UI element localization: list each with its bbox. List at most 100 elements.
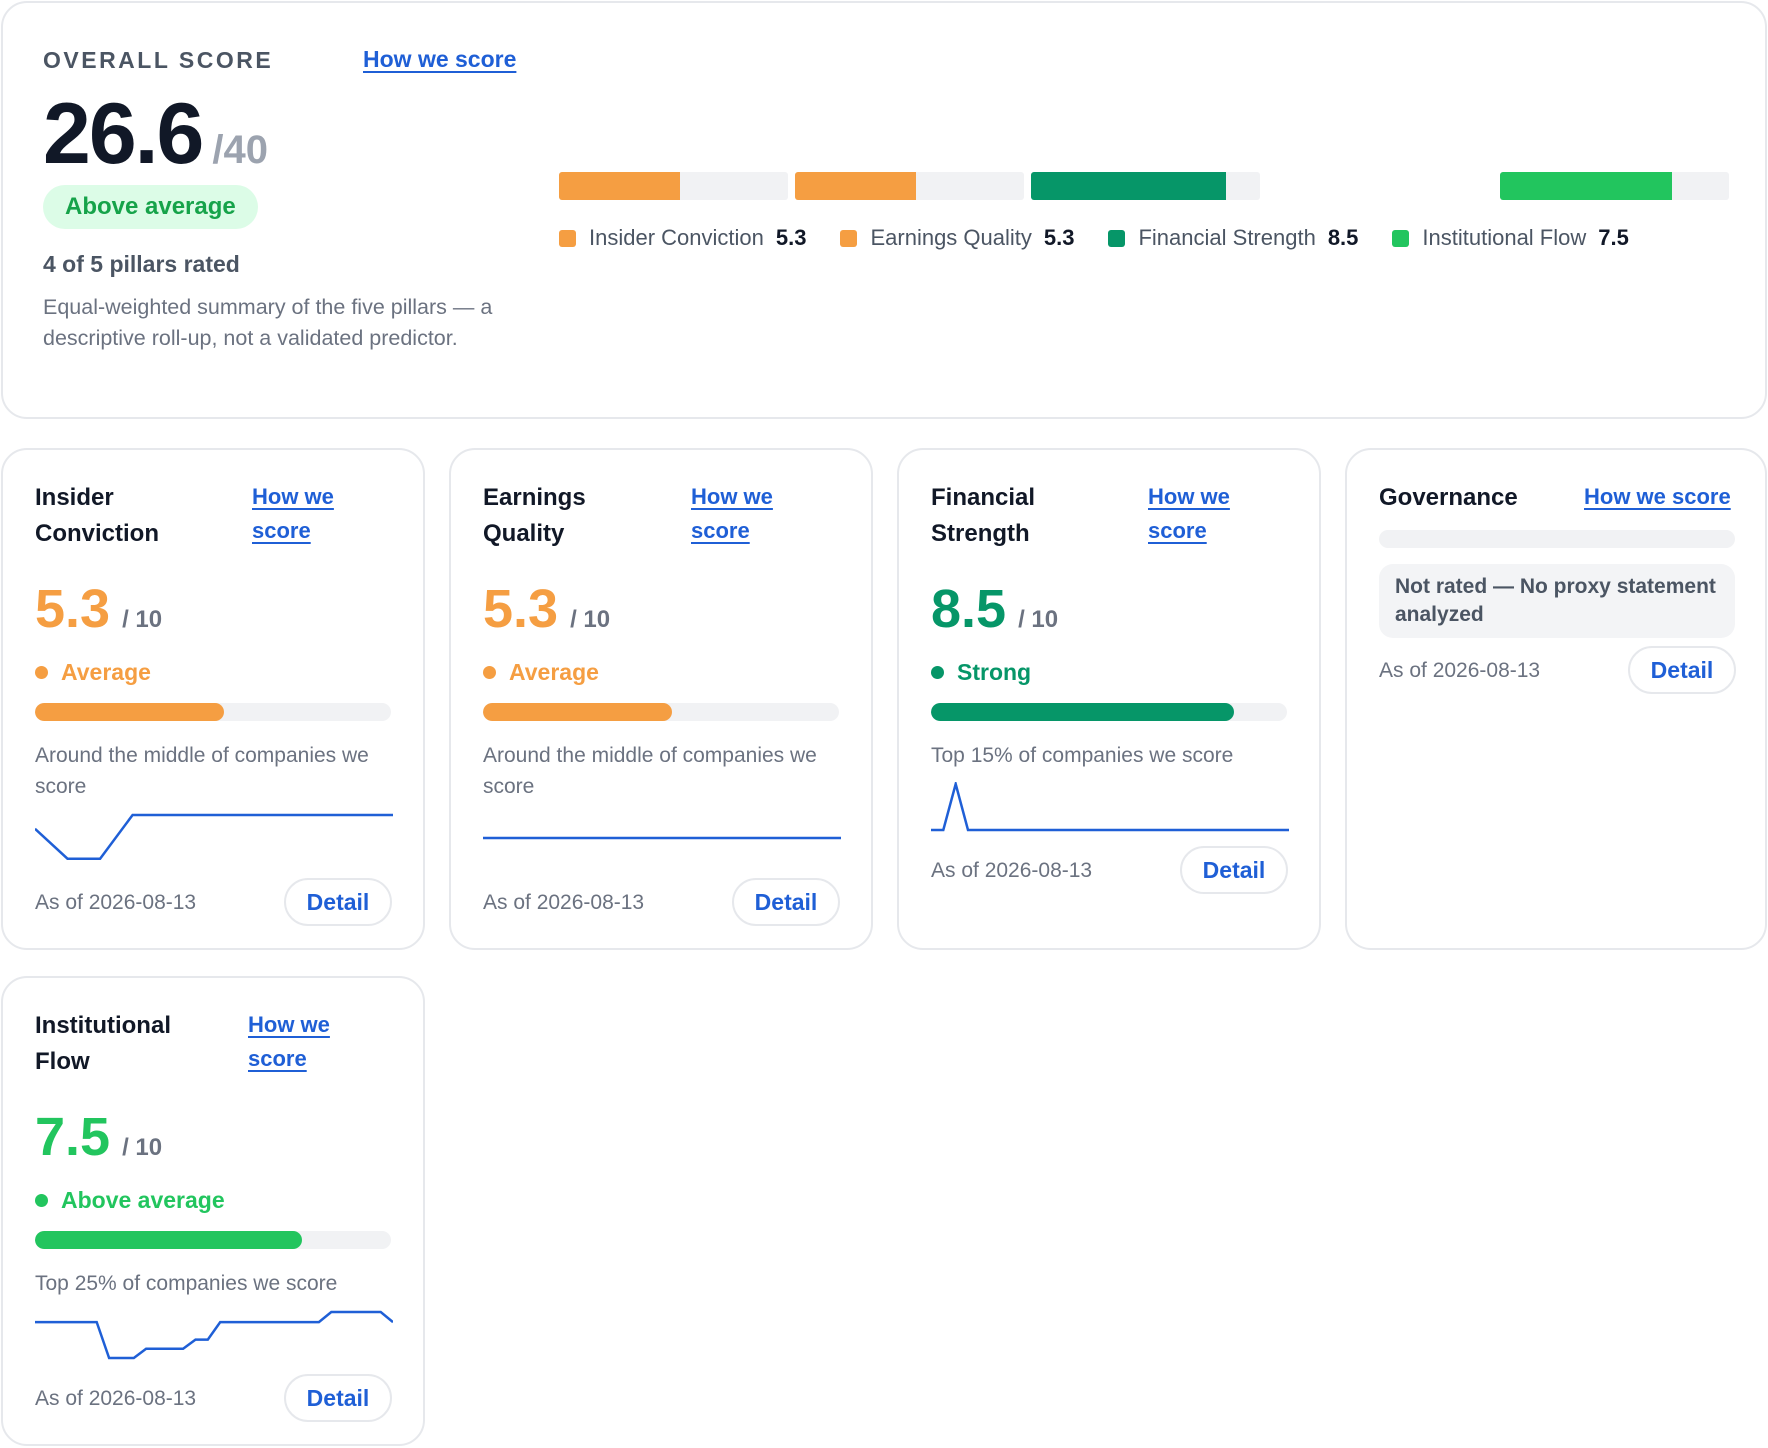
legend-label: Institutional Flow — [1422, 225, 1587, 250]
pillar-score-value: 8.5 — [931, 579, 1007, 639]
legend-value: 8.5 — [1327, 225, 1359, 250]
pillar-card-insider-conviction: Insider Conviction How we score 5.3 / 10… — [1, 448, 425, 950]
status-dot — [35, 1194, 48, 1207]
pillar-title: Financial Strength — [931, 484, 1036, 547]
legend-swatch — [840, 229, 858, 247]
pillars-rated-count: 4 of 5 pillars rated — [43, 251, 240, 277]
how-we-score-link[interactable]: How we score — [691, 480, 801, 548]
sparkline-line — [35, 813, 393, 860]
how-we-score-link[interactable]: How we score — [363, 46, 516, 73]
how-we-score-link[interactable]: How we score — [1148, 480, 1258, 548]
pillar-score-denominator: / 10 — [122, 606, 163, 633]
pillar-bar-insider — [559, 172, 788, 200]
pillar-progress-fill — [35, 1231, 302, 1249]
pillar-sparkline — [483, 836, 841, 840]
overall-score-card: OVERALL SCORE How we score 26.6 /40 Abov… — [1, 1, 1767, 419]
as-of-date: As of 2026-08-13 — [35, 891, 197, 914]
legend-item: Earnings Quality 5.3 — [840, 225, 1074, 251]
pillar-bar-fill-financial — [1031, 172, 1226, 200]
pillar-bar-fill-institutional — [1500, 172, 1672, 200]
status-dot — [483, 666, 496, 679]
pillar-score: 8.5 / 10 — [931, 578, 1058, 640]
pillar-progress-track-empty — [1379, 530, 1735, 548]
pillar-bar-fill-insider — [559, 172, 681, 200]
pillar-status: Above average — [35, 1187, 225, 1214]
pillar-score-denominator: / 10 — [570, 606, 611, 633]
detail-button[interactable]: Detail — [732, 878, 840, 926]
pillar-title: Earnings Quality — [483, 484, 586, 547]
pillar-score: 5.3 / 10 — [35, 578, 162, 640]
not-rated-notice: Not rated — No proxy statement analyzed — [1379, 564, 1735, 638]
overall-score-value: 26.6 — [43, 86, 204, 182]
overall-status-badge: Above average — [43, 185, 258, 229]
pillar-description: Around the middle of companies we score — [483, 744, 817, 798]
legend-item: Institutional Flow 7.5 — [1392, 225, 1629, 251]
pillar-bar-financial — [1031, 172, 1260, 200]
pillar-progress-track — [483, 703, 839, 721]
detail-button[interactable]: Detail — [1628, 646, 1736, 694]
overall-score: 26.6 /40 — [43, 85, 268, 184]
overall-score-label: OVERALL SCORE — [43, 47, 274, 73]
pillar-bar-earnings — [795, 172, 1024, 200]
pillar-sparkline — [931, 782, 1289, 832]
pillar-progress-track — [931, 703, 1287, 721]
pillar-status: Strong — [931, 659, 1031, 686]
overall-score-denominator: /40 — [212, 128, 268, 172]
pillar-description: Top 15% of companies we score — [931, 744, 1234, 767]
sparkline-line — [931, 782, 1289, 832]
pillar-bars — [559, 172, 1729, 200]
pillar-progress-fill — [35, 703, 224, 721]
pillar-score-denominator: / 10 — [1018, 606, 1059, 633]
as-of-date: As of 2026-08-13 — [1379, 659, 1541, 682]
as-of-date: As of 2026-08-13 — [483, 891, 645, 914]
pillar-status: Average — [483, 659, 599, 686]
pillar-legend: Insider Conviction 5.3 Earnings Quality … — [559, 225, 1663, 251]
pillar-score-value: 5.3 — [483, 579, 559, 639]
sparkline-line — [35, 1310, 393, 1360]
as-of-date: As of 2026-08-13 — [931, 859, 1093, 882]
pillar-score-value: 7.5 — [35, 1107, 111, 1167]
as-of-date: As of 2026-08-13 — [35, 1387, 197, 1410]
how-we-score-link[interactable]: How we score — [252, 480, 362, 548]
legend-swatch — [1108, 229, 1126, 247]
legend-swatch — [1392, 229, 1410, 247]
legend-label: Financial Strength — [1138, 225, 1316, 250]
how-we-score-link[interactable]: How we score — [248, 1008, 358, 1076]
pillar-progress-track — [35, 1231, 391, 1249]
pillar-card-institutional-flow: Institutional Flow How we score 7.5 / 10… — [1, 976, 425, 1446]
status-dot — [931, 666, 944, 679]
pillar-card-earnings-quality: Earnings Quality How we score 5.3 / 10 A… — [449, 448, 873, 950]
pillar-score-value: 5.3 — [35, 579, 111, 639]
pillar-bar-fill-earnings — [795, 172, 917, 200]
legend-swatch — [559, 229, 576, 247]
pillar-score-denominator: / 10 — [122, 1134, 163, 1161]
pillar-status-label: Strong — [957, 659, 1032, 685]
pillar-status-label: Above average — [61, 1187, 225, 1213]
legend-label: Earnings Quality — [870, 225, 1032, 250]
how-we-score-link[interactable]: How we score — [1584, 480, 1754, 514]
pillar-title: Insider Conviction — [35, 484, 159, 547]
pillar-status: Average — [35, 659, 151, 686]
pillar-title: Governance — [1379, 484, 1518, 511]
pillar-score: 7.5 / 10 — [35, 1106, 162, 1168]
overall-description: Equal-weighted summary of the five pilla… — [43, 295, 493, 350]
legend-value: 5.3 — [1043, 225, 1075, 250]
pillar-title: Institutional Flow — [35, 1012, 171, 1075]
legend-value: 5.3 — [775, 225, 807, 250]
detail-button[interactable]: Detail — [1180, 846, 1288, 894]
pillar-progress-fill — [931, 703, 1234, 721]
pillar-description: Around the middle of companies we score — [35, 744, 369, 798]
pillar-status-label: Average — [509, 659, 599, 685]
pillar-sparkline — [35, 1310, 393, 1360]
detail-button[interactable]: Detail — [284, 878, 392, 926]
detail-button[interactable]: Detail — [284, 1374, 392, 1422]
status-dot — [35, 666, 48, 679]
pillar-bar-institutional — [1500, 172, 1729, 200]
pillar-card-financial-strength: Financial Strength How we score 8.5 / 10… — [897, 448, 1321, 950]
pillar-progress-fill — [483, 703, 672, 721]
pillar-score: 5.3 / 10 — [483, 578, 610, 640]
legend-label: Insider Conviction — [589, 225, 764, 250]
pillar-sparkline — [35, 813, 393, 860]
legend-value: 7.5 — [1598, 225, 1629, 250]
pillar-progress-track — [35, 703, 391, 721]
